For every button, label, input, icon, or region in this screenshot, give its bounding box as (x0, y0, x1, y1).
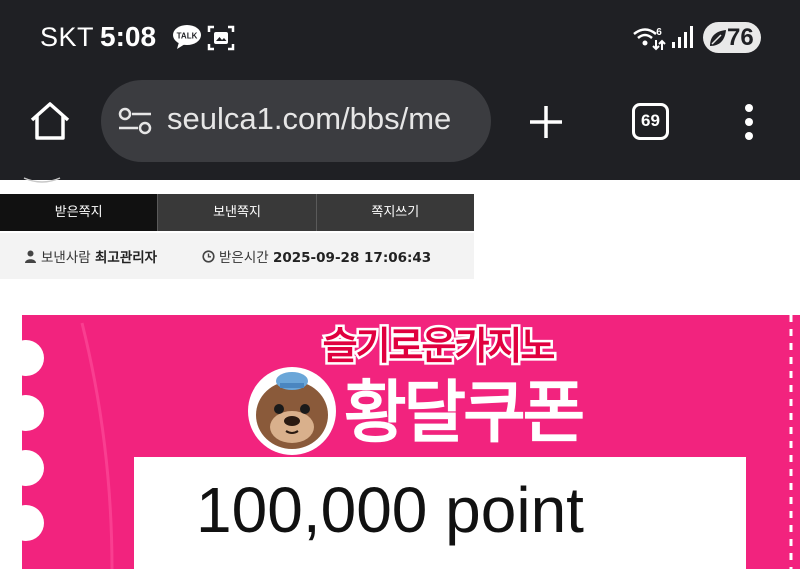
power-saving-leaf-icon (710, 30, 726, 46)
new-tab-icon[interactable] (526, 102, 566, 142)
kakaotalk-icon: TALK (173, 25, 201, 49)
tab-sent-messages[interactable]: 보낸쪽지 (157, 194, 315, 231)
signal-icon (672, 26, 693, 48)
address-bar[interactable]: seulca1.com/bbs/me (101, 80, 491, 162)
received-time-info: 받은시간 2025-09-28 17:06:43 (202, 246, 431, 266)
sender-name: 최고관리자 (94, 250, 158, 266)
tab-received-messages[interactable]: 받은쪽지 (0, 194, 158, 231)
otter-mascot-icon (248, 367, 336, 455)
received-time: 2025-09-28 17:06:43 (272, 250, 432, 266)
coupon-title: 황달쿠폰 (344, 374, 585, 453)
carrier-name: SKT (40, 22, 95, 52)
received-time-label: 받은시간 (219, 250, 269, 266)
sender-info: 보낸사람 최고관리자 (24, 246, 157, 266)
coupon-amount: 100,000 point (196, 474, 584, 546)
sender-label: 보낸사람 (41, 250, 91, 266)
message-tabs: 받은쪽지 보낸쪽지 쪽지쓰기 (0, 194, 474, 231)
coupon-banner: 슬기로운카지노 황달쿠폰 100,000 point (22, 303, 800, 569)
screenshot-icon (207, 25, 235, 51)
status-bar: SKT 5:08 TALK 6 76 (0, 0, 800, 76)
browser-chrome: SKT 5:08 TALK 6 76 seulca1.com/bbs/me 69 (0, 0, 800, 180)
wifi-6-icon: 6 (633, 27, 666, 51)
clock-icon (202, 250, 215, 263)
svg-text:6: 6 (656, 27, 662, 38)
more-menu-icon[interactable] (739, 102, 759, 142)
svg-text:TALK: TALK (177, 32, 198, 41)
message-info: 보낸사람 최고관리자 받은시간 2025-09-28 17:06:43 (0, 233, 474, 279)
status-clock: 5:08 (100, 21, 157, 52)
site-settings-icon[interactable] (117, 106, 153, 136)
page-edge-decoration (23, 177, 61, 183)
tab-write-message[interactable]: 쪽지쓰기 (315, 194, 474, 231)
url-text[interactable]: seulca1.com/bbs/me (167, 101, 451, 137)
user-icon (25, 250, 36, 263)
battery-indicator: 76 (703, 22, 761, 53)
tab-switcher-button[interactable]: 69 (632, 103, 669, 140)
battery-level: 76 (727, 24, 754, 51)
home-icon[interactable] (27, 100, 73, 142)
